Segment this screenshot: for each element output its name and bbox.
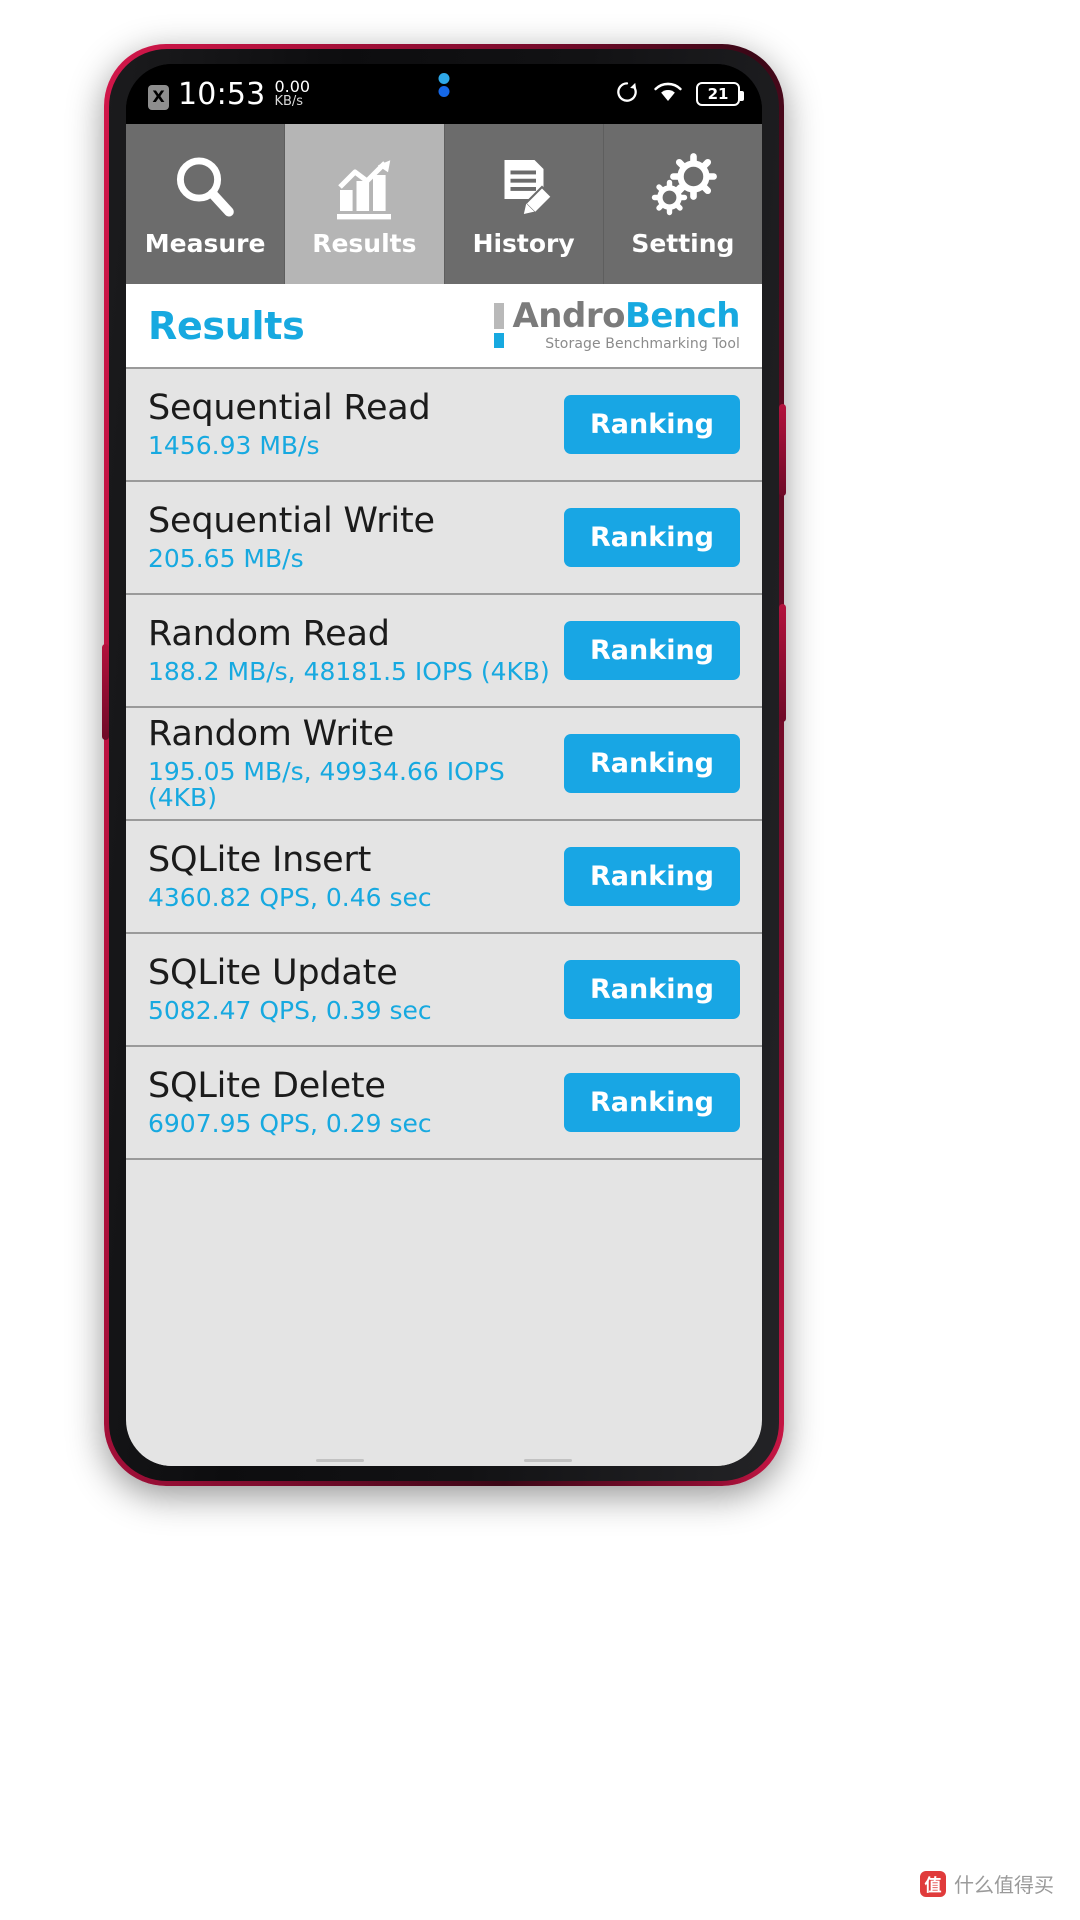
result-row-texts: SQLite Delete 6907.95 QPS, 0.29 sec xyxy=(148,1068,564,1137)
navigation-bar xyxy=(126,1454,762,1466)
result-row: Random Read 188.2 MB/s, 48181.5 IOPS (4KB… xyxy=(126,595,762,708)
result-name: Random Read xyxy=(148,614,390,654)
battery-icon: 21 xyxy=(696,82,744,106)
power-button[interactable] xyxy=(779,404,786,496)
logo-bar-gray xyxy=(494,303,505,329)
notch-indicator-top xyxy=(438,73,450,84)
result-row-texts: SQLite Insert 4360.82 QPS, 0.46 sec xyxy=(148,842,564,911)
result-name: SQLite Insert xyxy=(148,840,372,880)
result-value: 195.05 MB/s, 49934.66 IOPS (4KB) xyxy=(148,756,505,812)
ranking-button[interactable]: Ranking xyxy=(564,1073,740,1132)
logo-bench: Bench xyxy=(624,296,741,336)
network-speed: 0.00 KB/s xyxy=(274,76,311,110)
logo-bar-blue xyxy=(494,333,505,348)
result-value: 6907.95 QPS, 0.29 sec xyxy=(148,1108,432,1138)
volume-button[interactable] xyxy=(779,604,786,722)
result-row: Sequential Read 1456.93 MB/s Ranking xyxy=(126,369,762,482)
result-row-texts: SQLite Update 5082.47 QPS, 0.39 sec xyxy=(148,955,564,1024)
result-row-texts: Random Read 188.2 MB/s, 48181.5 IOPS (4KB… xyxy=(148,616,564,685)
app-header: Results AndroBench Storage Benchmarking … xyxy=(126,284,762,369)
result-value: 1456.93 MB/s xyxy=(148,430,320,460)
logo-wordmark: AndroBench xyxy=(512,299,740,333)
result-value: 5082.47 QPS, 0.39 sec xyxy=(148,995,432,1025)
watermark: 值 什么值得买 xyxy=(920,1869,1054,1898)
logo-andro: Andro xyxy=(512,296,625,336)
notch-indicator-bottom xyxy=(438,86,450,97)
x-badge-icon: X xyxy=(148,84,169,110)
bar-chart-icon xyxy=(328,151,400,223)
ranking-button[interactable]: Ranking xyxy=(564,734,740,793)
ranking-button[interactable]: Ranking xyxy=(564,508,740,567)
status-bar-left: X 10:53 0.00 KB/s xyxy=(148,76,311,112)
result-value: 188.2 MB/s, 48181.5 IOPS (4KB) xyxy=(148,656,550,686)
result-name: Random Write xyxy=(148,713,395,754)
androbench-logo: AndroBench Storage Benchmarking Tool xyxy=(494,299,741,352)
logo-mark-icon xyxy=(494,303,505,348)
tab-history[interactable]: History xyxy=(444,124,604,284)
tab-history-label: History xyxy=(472,228,575,258)
result-row-texts: Sequential Write 205.65 MB/s xyxy=(148,503,564,572)
logo-text: AndroBench Storage Benchmarking Tool xyxy=(512,299,740,352)
side-button-left[interactable] xyxy=(102,644,109,740)
result-row-texts: Random Write 195.05 MB/s, 49934.66 IOPS (… xyxy=(148,716,564,811)
tab-results[interactable]: Results xyxy=(285,124,445,284)
result-value: 4360.82 QPS, 0.46 sec xyxy=(148,882,432,912)
tab-results-label: Results xyxy=(312,228,417,258)
result-row: SQLite Update 5082.47 QPS, 0.39 sec Rankin… xyxy=(126,934,762,1047)
result-name: SQLite Delete xyxy=(148,1066,386,1106)
results-list: Sequential Read 1456.93 MB/s Ranking Sequen… xyxy=(126,369,762,1466)
camera-notch xyxy=(384,64,504,106)
result-name: Sequential Read xyxy=(148,388,431,428)
battery-level: 21 xyxy=(707,85,729,103)
result-row: SQLite Delete 6907.95 QPS, 0.29 sec Rankin… xyxy=(126,1047,762,1160)
page-title: Results xyxy=(148,303,305,348)
result-name: Sequential Write xyxy=(148,501,435,541)
tab-bar: Measure Results History Setting xyxy=(126,124,762,284)
screenshot-root: X 10:53 0.00 KB/s 21 Measure Results His… xyxy=(0,0,1080,1920)
network-speed-unit: KB/s xyxy=(274,93,304,109)
network-speed-value: 0.00 xyxy=(274,76,311,96)
tab-measure-label: Measure xyxy=(144,228,266,258)
status-bar-right: 21 xyxy=(614,79,744,110)
tab-setting-label: Setting xyxy=(631,228,735,258)
tab-setting[interactable]: Setting xyxy=(603,124,762,284)
rotation-lock-icon xyxy=(614,79,640,110)
result-row: SQLite Insert 4360.82 QPS, 0.46 sec Rankin… xyxy=(126,821,762,934)
watermark-text: 什么值得买 xyxy=(954,1873,1054,1897)
magnifier-icon xyxy=(169,151,241,223)
result-row-texts: Sequential Read 1456.93 MB/s xyxy=(148,390,564,459)
result-row: Random Write 195.05 MB/s, 49934.66 IOPS (… xyxy=(126,708,762,821)
wifi-icon xyxy=(653,80,683,109)
nav-dot-left[interactable] xyxy=(316,1458,364,1462)
status-bar: X 10:53 0.00 KB/s 21 xyxy=(126,64,762,124)
ranking-button[interactable]: Ranking xyxy=(564,960,740,1019)
result-value: 205.65 MB/s xyxy=(148,543,304,573)
phone-screen: X 10:53 0.00 KB/s 21 Measure Results His… xyxy=(126,64,762,1466)
ranking-button[interactable]: Ranking xyxy=(564,847,740,906)
ranking-button[interactable]: Ranking xyxy=(564,621,740,680)
status-bar-clock: 10:53 xyxy=(178,76,266,112)
nav-dot-right[interactable] xyxy=(524,1458,572,1462)
tab-measure[interactable]: Measure xyxy=(126,124,286,284)
logo-subtitle: Storage Benchmarking Tool xyxy=(545,336,740,352)
watermark-badge: 值 xyxy=(920,1870,946,1897)
result-name: SQLite Update xyxy=(148,953,398,993)
result-row: Sequential Write 205.65 MB/s Ranking xyxy=(126,482,762,595)
phone-bezel: X 10:53 0.00 KB/s 21 Measure Results His… xyxy=(109,49,779,1481)
gears-icon xyxy=(647,151,719,223)
ranking-button[interactable]: Ranking xyxy=(564,395,740,454)
document-pencil-icon xyxy=(488,151,560,223)
phone-body: X 10:53 0.00 KB/s 21 Measure Results His… xyxy=(102,44,786,1486)
